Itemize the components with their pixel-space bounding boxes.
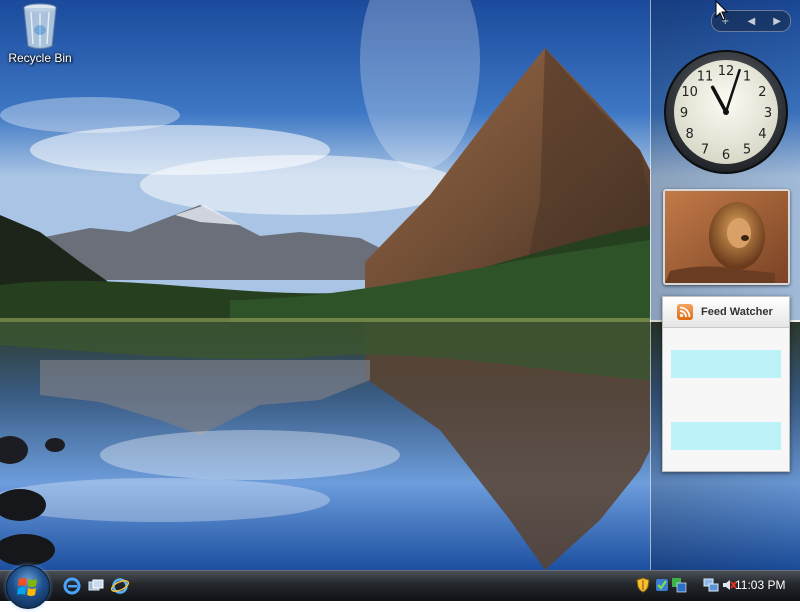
monitor-network-icon[interactable]: [703, 577, 719, 593]
next-page-button[interactable]: ▶: [773, 16, 781, 27]
windows-defender-icon[interactable]: [654, 577, 670, 593]
recycle-bin-icon: [23, 3, 57, 49]
clock-numeral: 6: [722, 148, 730, 163]
clock-numeral: 10: [681, 85, 698, 100]
clock-numeral: 12: [718, 64, 735, 79]
taskbar-clock[interactable]: 11:03 PM: [735, 578, 785, 592]
clock-numeral: 8: [685, 127, 693, 142]
feed-item[interactable]: [671, 422, 781, 450]
clock-numeral: 2: [758, 85, 766, 100]
switch-windows-icon[interactable]: [87, 577, 105, 595]
clock-numeral: 9: [680, 106, 688, 121]
network-icon[interactable]: [671, 577, 687, 593]
quick-launch-ie-icon[interactable]: [63, 577, 81, 595]
clock-gadget[interactable]: 1 2 3 4 5 6 7 8 9 10 11 12: [662, 48, 790, 176]
lion-photo: [665, 191, 788, 283]
clock-numeral: 1: [743, 70, 751, 85]
desktop-icon-recycle-bin[interactable]: Recycle Bin: [6, 2, 74, 65]
previous-page-button[interactable]: ◀: [747, 16, 755, 27]
clock-numeral: 3: [764, 106, 772, 121]
feed-watcher-gadget[interactable]: Feed Watcher: [662, 296, 790, 472]
slideshow-gadget[interactable]: [663, 189, 790, 285]
clock-numeral: 5: [743, 142, 751, 157]
recycle-bin-label: Recycle Bin: [8, 51, 72, 65]
feed-item[interactable]: [671, 350, 781, 378]
quick-launch-ie-icon[interactable]: [110, 577, 130, 595]
feed-watcher-title: Feed Watcher: [701, 306, 773, 318]
feed-item: [671, 386, 781, 414]
taskbar: 11:03 PM: [0, 565, 800, 609]
clock-numeral: 7: [701, 142, 709, 157]
rss-icon: [677, 304, 693, 320]
feed-watcher-header[interactable]: Feed Watcher: [663, 297, 789, 328]
shield-icon[interactable]: [635, 577, 651, 593]
start-button[interactable]: [6, 565, 50, 609]
windows-logo-icon: [17, 578, 37, 596]
clock-numeral: 4: [758, 127, 766, 142]
mouse-cursor-icon: [715, 0, 729, 26]
clock-numeral: 11: [697, 70, 714, 85]
